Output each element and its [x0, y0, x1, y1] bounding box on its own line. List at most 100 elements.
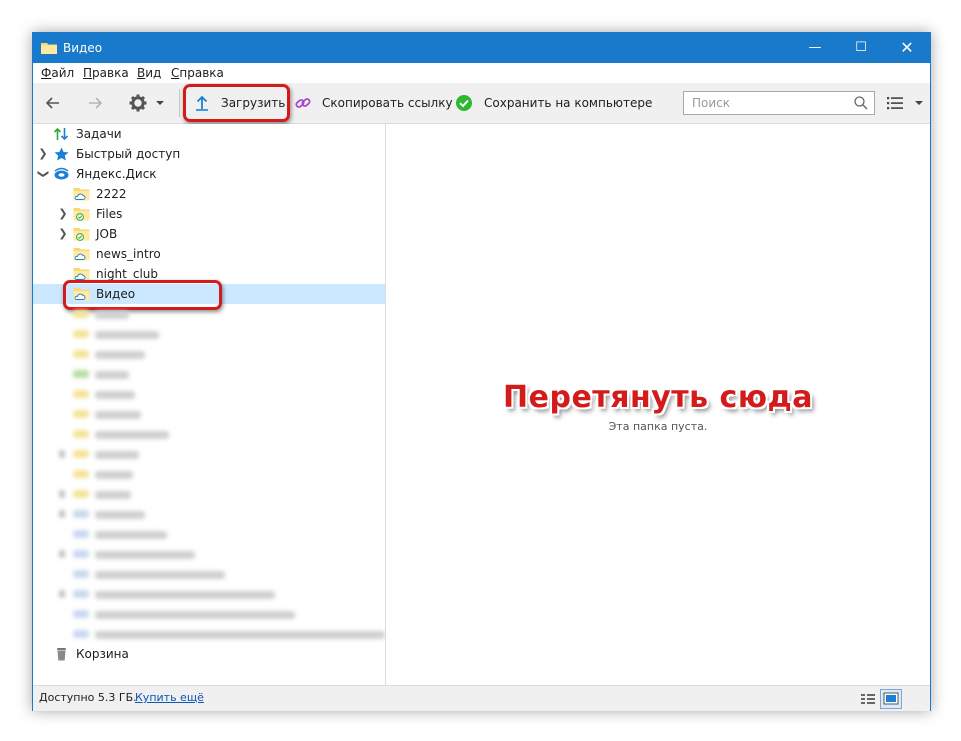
drop-hint-annotation: Перетянуть сюда — [503, 380, 813, 415]
obscured-row — [95, 391, 135, 399]
obscured-row — [95, 511, 145, 519]
obscured-row — [59, 590, 65, 598]
obscured-row — [95, 351, 145, 359]
obscured-row — [59, 550, 65, 558]
view-options-chevron-icon[interactable] — [914, 93, 924, 113]
star-icon — [54, 147, 69, 161]
obscured-row — [95, 491, 131, 499]
toolbar-separator — [179, 89, 180, 117]
obscured-row — [95, 411, 141, 419]
video-folder-highlight-frame — [63, 280, 222, 310]
tasks-icon — [53, 127, 69, 141]
trash-icon — [57, 648, 66, 661]
obscured-row — [95, 591, 275, 599]
obscured-row — [73, 470, 89, 478]
obscured-row — [73, 550, 89, 558]
obscured-row — [73, 630, 89, 638]
obscured-row — [73, 370, 89, 378]
details-view-icon — [861, 694, 875, 704]
search-box — [683, 91, 875, 115]
empty-folder-message: Эта папка пуста. — [608, 420, 708, 433]
obscured-row — [95, 431, 169, 439]
app-window: Видео — ☐ ✕ Файл Правка Вид Справка Загр… — [32, 32, 931, 711]
title-bar: Видео — ☐ ✕ — [33, 33, 930, 63]
yandex-disk-icon — [54, 167, 69, 180]
obscured-row — [95, 611, 295, 619]
synced-folder-icon — [73, 228, 90, 241]
link-icon — [295, 98, 311, 108]
obscured-row — [73, 310, 89, 318]
tree-item-folder-files[interactable]: ❯ Files — [33, 204, 385, 224]
obscured-row — [95, 311, 129, 319]
menu-bar: Файл Правка Вид Справка — [33, 63, 930, 83]
tree-item-yandex-disk[interactable]: ❯ Яндекс.Диск — [33, 164, 385, 184]
obscured-row — [73, 390, 89, 398]
obscured-row — [95, 371, 129, 379]
details-view-button[interactable] — [857, 689, 879, 709]
obscured-row — [59, 490, 65, 498]
tree-item-folder-2222[interactable]: 2222 — [33, 184, 385, 204]
maximize-button[interactable]: ☐ — [838, 33, 884, 63]
obscured-row — [95, 531, 167, 539]
search-input[interactable] — [690, 94, 844, 112]
list-view-icon[interactable] — [885, 93, 905, 113]
tiles-view-icon — [883, 692, 899, 705]
gear-icon[interactable] — [128, 93, 148, 113]
menu-view[interactable]: Вид — [137, 66, 161, 80]
obscured-row — [73, 490, 89, 498]
chevron-right-icon[interactable]: ❯ — [58, 204, 68, 224]
obscured-row — [73, 430, 89, 438]
obscured-row — [95, 471, 133, 479]
menu-edit[interactable]: Правка — [83, 66, 129, 80]
check-circle-icon — [456, 95, 472, 111]
obscured-row — [73, 450, 89, 458]
obscured-row — [95, 551, 195, 559]
close-button[interactable]: ✕ — [884, 33, 930, 63]
obscured-row — [95, 571, 225, 579]
cloud-folder-icon — [73, 188, 90, 201]
tree-item-folder-news-intro[interactable]: news_intro — [33, 244, 385, 264]
toolbar: Загрузить Скопировать ссылку Сохранить н… — [33, 83, 930, 124]
obscured-row — [95, 451, 139, 459]
obscured-row — [73, 330, 89, 338]
tiles-view-button[interactable] — [880, 689, 902, 709]
obscured-row — [73, 410, 89, 418]
tree-item-folder-job[interactable]: ❯ JOB — [33, 224, 385, 244]
obscured-row — [73, 530, 89, 538]
cloud-folder-icon — [73, 248, 90, 261]
obscured-row — [59, 450, 65, 458]
obscured-row — [59, 510, 65, 518]
obscured-row — [73, 570, 89, 578]
search-icon[interactable] — [853, 95, 869, 111]
available-space-text: Доступно 5.3 ГБ. — [39, 691, 137, 704]
tree-item-trash[interactable]: Корзина — [33, 644, 385, 664]
content-pane[interactable]: Перетянуть сюда Эта папка пуста. — [386, 124, 930, 685]
obscured-row — [73, 590, 89, 598]
obscured-row — [73, 510, 89, 518]
obscured-row — [73, 350, 89, 358]
tree-item-tasks[interactable]: Задачи — [33, 124, 385, 144]
save-to-computer-button[interactable]: Сохранить на компьютере — [484, 93, 652, 113]
obscured-row — [73, 610, 89, 618]
obscured-row — [95, 631, 385, 639]
chevron-down-icon[interactable] — [155, 93, 165, 113]
status-bar: Доступно 5.3 ГБ. Купить ещё — [33, 685, 930, 711]
window-title: Видео — [63, 41, 103, 55]
menu-file[interactable]: Файл — [41, 66, 74, 80]
forward-arrow-icon[interactable] — [85, 93, 105, 113]
folder-icon — [41, 43, 57, 54]
chevron-right-icon[interactable]: ❯ — [58, 224, 68, 244]
menu-help[interactable]: Справка — [171, 66, 224, 80]
copy-link-button[interactable]: Скопировать ссылку — [322, 93, 453, 113]
tree-item-quick-access[interactable]: ❯ Быстрый доступ — [33, 144, 385, 164]
chevron-down-icon[interactable]: ❯ — [33, 169, 53, 179]
upload-highlight-frame — [183, 84, 290, 122]
cloud-folder-icon — [73, 268, 90, 281]
back-arrow-icon[interactable] — [43, 93, 63, 113]
chevron-right-icon[interactable]: ❯ — [38, 144, 48, 164]
navigation-tree: Задачи ❯ Быстрый доступ ❯ Яндекс.Диск 22… — [33, 124, 386, 685]
buy-more-link[interactable]: Купить ещё — [135, 691, 204, 704]
minimize-button[interactable]: — — [792, 33, 838, 63]
synced-folder-icon — [73, 208, 90, 221]
obscured-row — [95, 331, 159, 339]
